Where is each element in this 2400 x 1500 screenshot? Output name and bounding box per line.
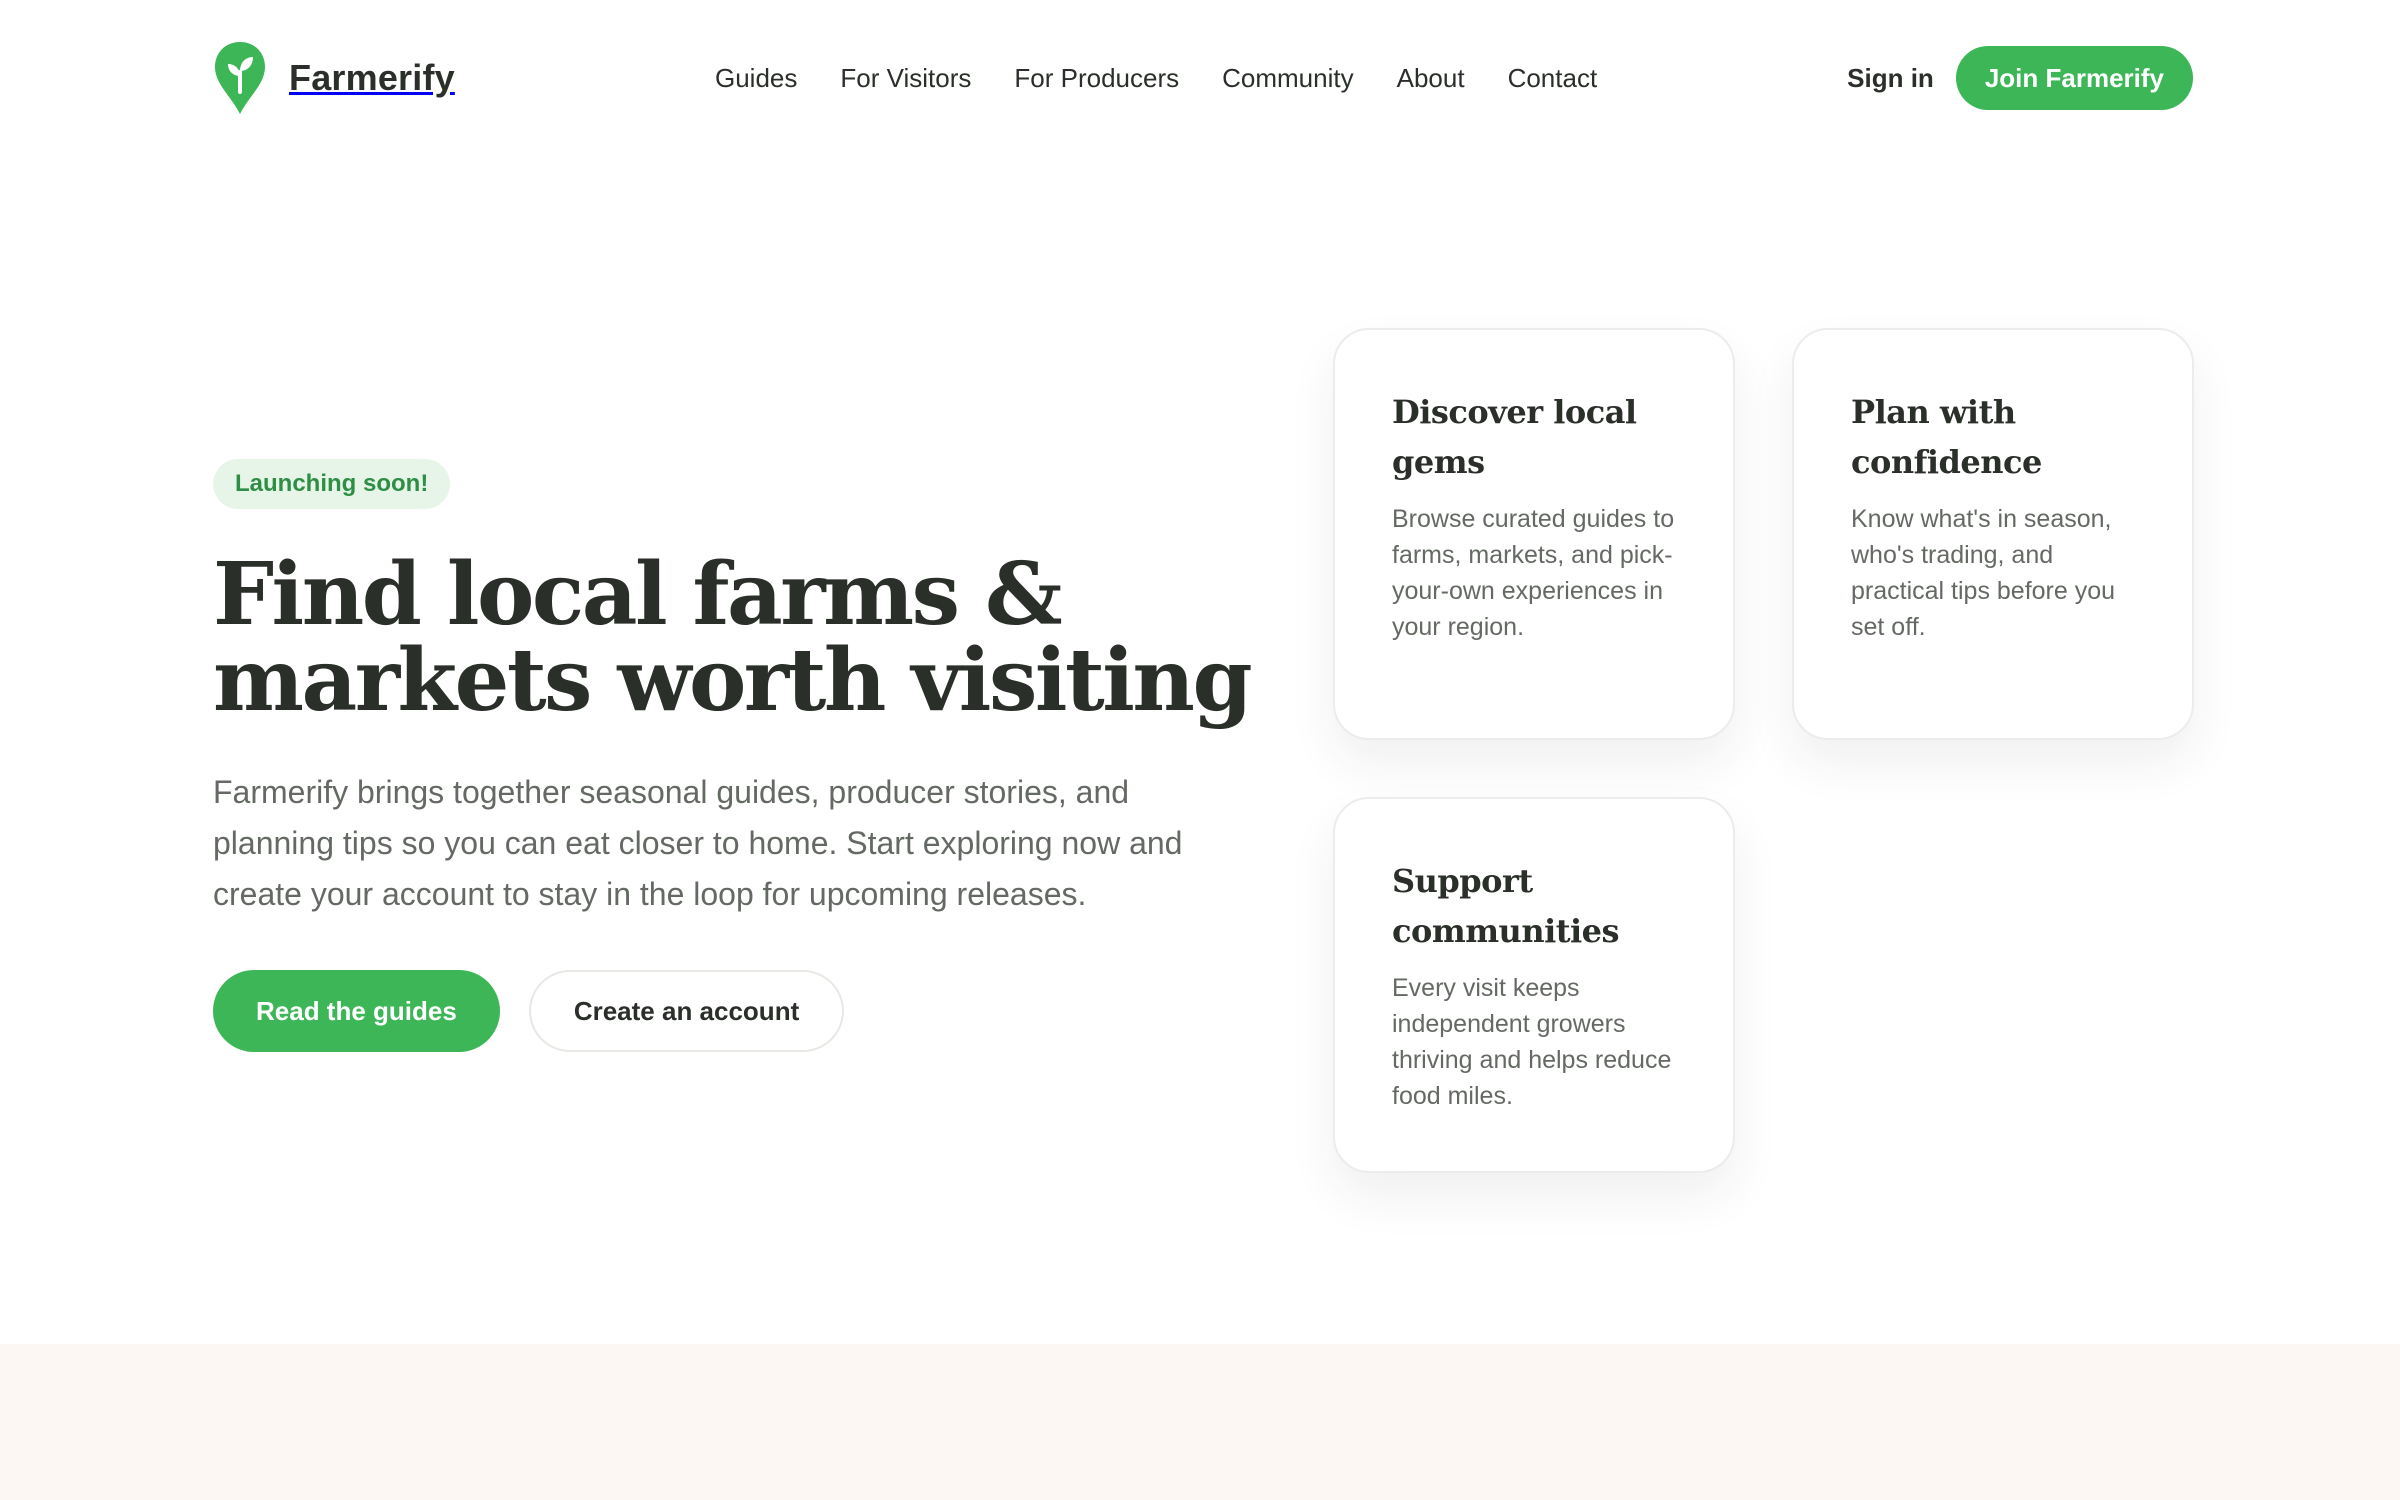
feature-card-body: Browse curated guides to farms, markets,… (1392, 505, 1675, 641)
nav-item-guides[interactable]: Guides (715, 63, 797, 94)
read-guides-button[interactable]: Read the guides (213, 970, 500, 1052)
next-section-band (0, 1344, 2400, 1500)
brand-logo-link[interactable]: Farmerify (213, 40, 455, 116)
nav-item-about[interactable]: About (1397, 63, 1465, 94)
feature-card-body: Know what's in season, who's trading, an… (1851, 505, 2116, 641)
main-nav: Guides For Visitors For Producers Commun… (715, 0, 1597, 156)
brand-name: Farmerify (289, 57, 455, 98)
feature-card-discover: Discover local gems Browse curated guide… (1333, 328, 1735, 740)
feature-card-title: Support communities (1392, 862, 1620, 950)
hero-headline: Find local farms & markets worth visitin… (213, 552, 1273, 724)
feature-card-title: Plan with confidence (1851, 393, 2042, 481)
nav-item-community[interactable]: Community (1222, 63, 1353, 94)
create-account-button[interactable]: Create an account (528, 970, 845, 1052)
sign-in-link[interactable]: Sign in (1847, 63, 1934, 94)
nav-item-for-producers[interactable]: For Producers (1014, 63, 1179, 94)
feature-card-plan: Plan with confidence Know what's in seas… (1792, 328, 2194, 740)
sprout-pin-icon (215, 42, 265, 114)
auth-actions: Sign in Join Farmerify (1847, 0, 2193, 156)
site-header: Farmerify Guides For Visitors For Produc… (0, 0, 2400, 156)
join-button[interactable]: Join Farmerify (1955, 46, 2193, 110)
feature-card-body: Every visit keeps independent growers th… (1392, 974, 1672, 1110)
feature-card-support: Support communities Every visit keeps in… (1333, 797, 1735, 1173)
nav-item-contact[interactable]: Contact (1508, 63, 1598, 94)
launching-badge: Launching soon! (213, 459, 451, 509)
hero-lead: Farmerify brings together seasonal guide… (213, 774, 1183, 912)
hero-section: Launching soon! Find local farms & marke… (213, 459, 1273, 1052)
feature-card-title: Discover local gems (1392, 393, 1637, 481)
hero-ctas: Read the guides Create an account (213, 970, 1273, 1052)
hero-headline-line-2: markets worth visiting (213, 630, 1253, 731)
nav-item-for-visitors[interactable]: For Visitors (840, 63, 971, 94)
